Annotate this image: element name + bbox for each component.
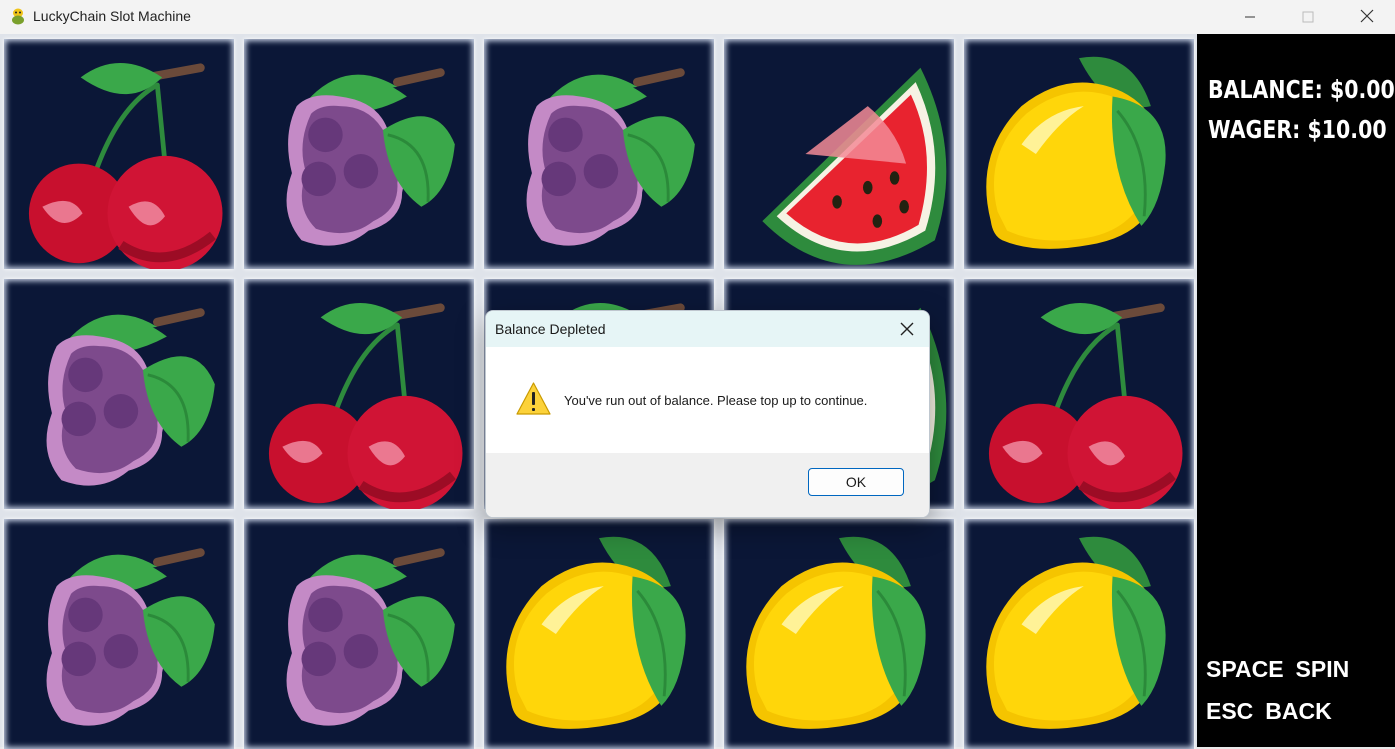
reel-cell-cherry — [244, 279, 474, 509]
grape-icon — [526, 68, 695, 246]
reel-cell-lemon — [724, 519, 954, 749]
reel-cell-grape — [484, 39, 714, 269]
reel-cell-grape — [244, 39, 474, 269]
lemon-icon — [506, 536, 686, 729]
hint-back: ESC BACK — [1206, 698, 1332, 725]
lemon-icon — [986, 56, 1166, 249]
hint-spin: SPACE SPIN — [1206, 656, 1349, 683]
watermelon-icon — [762, 67, 947, 265]
side-panel: BALANCE: $0.00 WAGER: $10.00 SPACE SPIN E… — [1197, 34, 1395, 747]
hint-action: BACK — [1265, 698, 1332, 724]
dialog-message: You've run out of balance. Please top up… — [564, 393, 868, 408]
close-icon — [900, 322, 914, 336]
grape-icon — [286, 68, 455, 246]
hint-key: ESC — [1206, 698, 1254, 724]
hint-key: SPACE — [1206, 656, 1284, 682]
balance-display: BALANCE: $0.00 — [1208, 75, 1395, 104]
ok-button[interactable]: OK — [808, 468, 904, 496]
maximize-icon — [1302, 8, 1314, 27]
balance-depleted-dialog: Balance Depleted You've run out of balan… — [485, 310, 930, 518]
reel-cell-cherry — [964, 279, 1194, 509]
minimize-icon — [1244, 8, 1256, 27]
reel-cell-lemon — [964, 519, 1194, 749]
grape-icon — [286, 548, 455, 726]
dialog-footer: OK — [486, 453, 929, 517]
cherry-icon — [268, 302, 463, 509]
reel-cell-grape — [4, 519, 234, 749]
lemon-icon — [746, 536, 926, 729]
dialog-title: Balance Depleted — [495, 321, 606, 337]
title-bar: LuckyChain Slot Machine — [0, 0, 1395, 35]
minimize-button[interactable] — [1227, 0, 1273, 34]
reel-cell-grape — [4, 279, 234, 509]
dialog-header: Balance Depleted — [486, 311, 929, 347]
close-button[interactable] — [1344, 0, 1390, 34]
cherry-icon — [28, 62, 223, 269]
reel-cell-cherry — [4, 39, 234, 269]
maximize-button[interactable] — [1285, 0, 1331, 34]
reel-cell-watermelon — [724, 39, 954, 269]
reel-cell-grape — [244, 519, 474, 749]
grape-icon — [46, 308, 215, 486]
dialog-close-button[interactable] — [898, 320, 916, 338]
reel-cell-lemon — [484, 519, 714, 749]
lemon-icon — [986, 536, 1166, 729]
reel-cell-lemon — [964, 39, 1194, 269]
cherry-icon — [988, 302, 1183, 509]
hint-action: SPIN — [1295, 656, 1350, 682]
close-icon — [1360, 8, 1374, 27]
window-title: LuckyChain Slot Machine — [33, 8, 191, 24]
dialog-body: You've run out of balance. Please top up… — [486, 347, 929, 453]
warning-icon — [515, 381, 552, 417]
wager-display: WAGER: $10.00 — [1208, 115, 1387, 144]
grape-icon — [46, 548, 215, 726]
snake-icon — [9, 7, 27, 25]
